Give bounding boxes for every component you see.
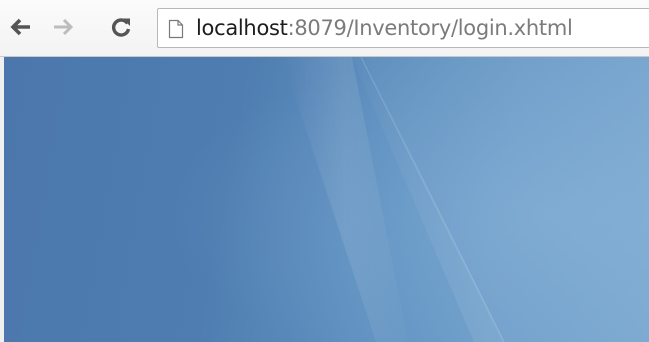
forward-button[interactable] — [48, 12, 78, 42]
browser-window: localhost:8079/Inventory/login.xhtml — [0, 0, 649, 342]
url-host: localhost — [196, 16, 288, 40]
forward-arrow-icon — [54, 18, 74, 36]
reload-icon — [111, 18, 131, 37]
back-arrow-icon — [10, 18, 30, 36]
browser-toolbar: localhost:8079/Inventory/login.xhtml — [0, 0, 649, 57]
url-text[interactable]: localhost:8079/Inventory/login.xhtml — [196, 15, 573, 42]
url-path: :8079/Inventory/login.xhtml — [287, 16, 573, 40]
reload-button[interactable] — [106, 12, 136, 42]
address-bar[interactable]: localhost:8079/Inventory/login.xhtml — [157, 8, 649, 48]
back-button[interactable] — [6, 12, 36, 42]
page-viewport — [4, 57, 649, 342]
page-icon — [168, 19, 184, 39]
desktop-background-streaks — [4, 57, 649, 342]
